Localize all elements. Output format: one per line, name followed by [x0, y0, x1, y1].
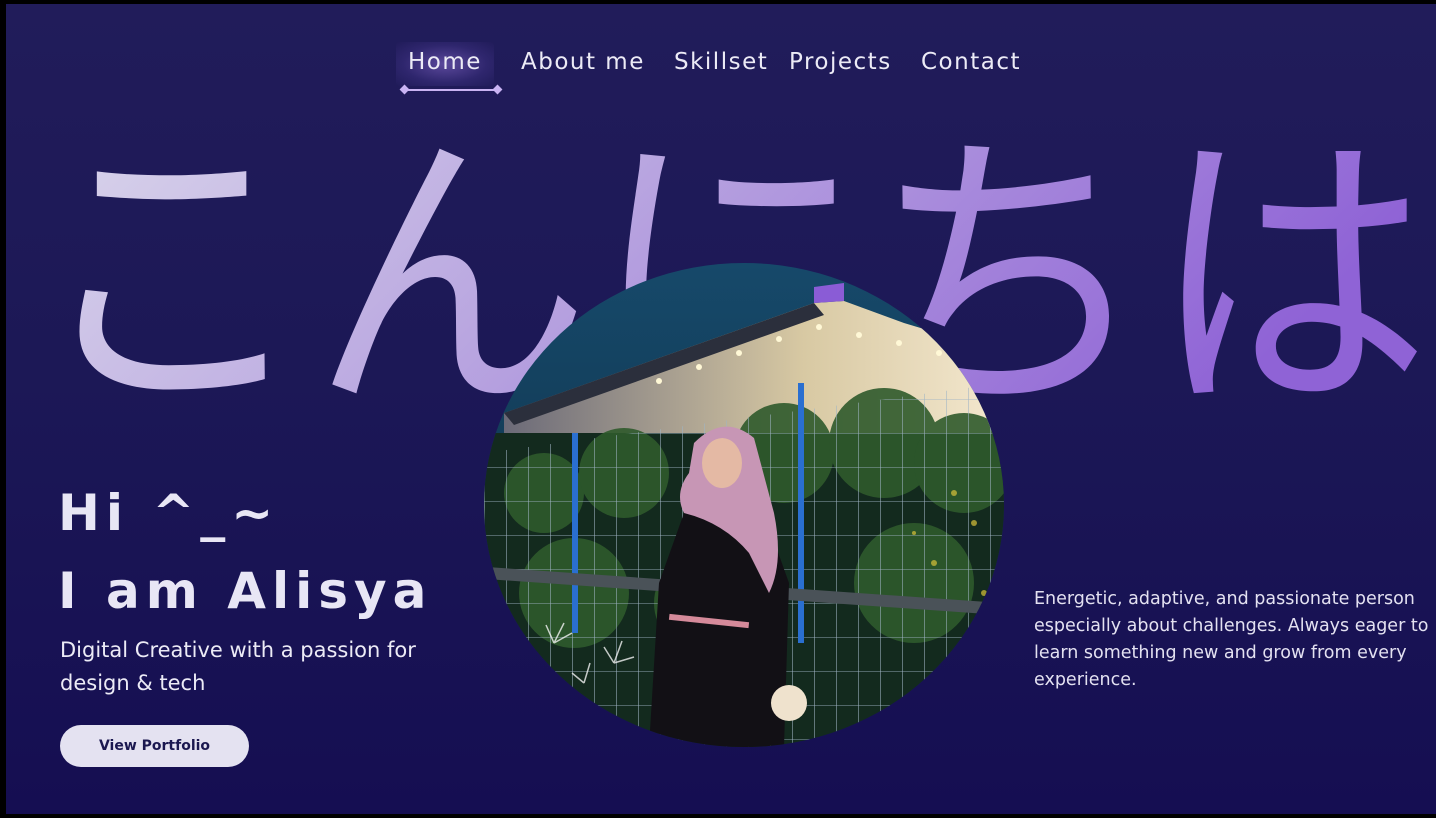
- nav-item-about[interactable]: About me: [521, 42, 645, 86]
- nav-item-label: Projects: [789, 49, 892, 75]
- tagline: Digital Creative with a passion for desi…: [60, 638, 416, 695]
- nav-item-contact[interactable]: Contact: [921, 42, 1021, 86]
- view-portfolio-label: View Portfolio: [98, 738, 211, 754]
- nav-item-home[interactable]: Home: [396, 42, 494, 86]
- nav-item-skillset[interactable]: Skillset: [674, 42, 768, 86]
- greeting-line-1: Hi ^_~: [58, 484, 280, 542]
- nav-item-label: About me: [521, 49, 645, 75]
- profile-photo: [484, 263, 1004, 747]
- nav-item-label: Home: [408, 49, 482, 75]
- nav-item-label: Skillset: [674, 49, 769, 75]
- view-portfolio-button[interactable]: View Portfolio: [60, 725, 249, 767]
- about-description: Energetic, adaptive, and passionate pers…: [1034, 589, 1429, 690]
- greeting-heading: Hi ^_~ I am Alisya: [58, 474, 432, 630]
- profile-photo-illustration: [484, 263, 1004, 747]
- active-nav-underline: [404, 89, 498, 91]
- nav-item-projects[interactable]: Projects: [789, 42, 892, 86]
- greeting-line-2: I am Alisya: [58, 562, 433, 620]
- portfolio-page: Home About me Skillset Projects Contact …: [6, 4, 1436, 814]
- nav-item-label: Contact: [921, 49, 1021, 75]
